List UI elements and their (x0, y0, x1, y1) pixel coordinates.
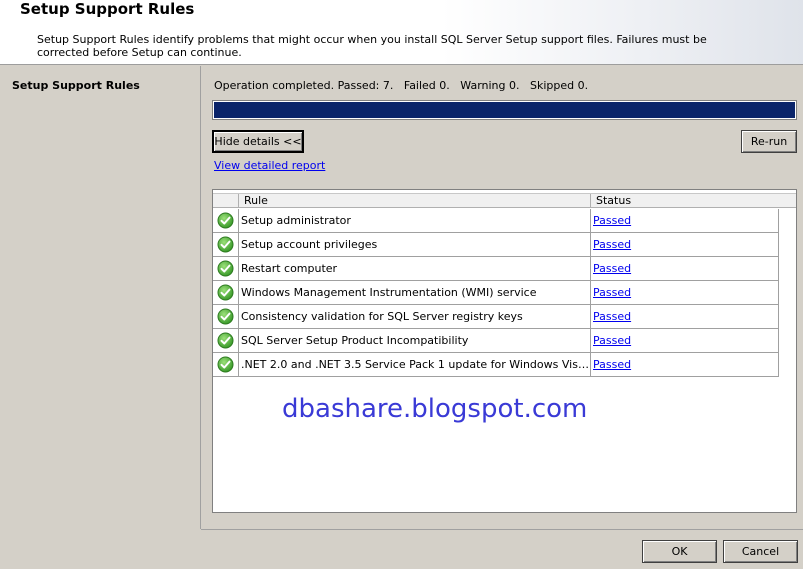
status-passed-link[interactable]: Passed (593, 358, 631, 371)
status-passed-link[interactable]: Passed (593, 238, 631, 251)
row-icon-cell (213, 305, 239, 328)
rule-status-cell: Passed (591, 233, 779, 256)
rule-status-cell: Passed (591, 257, 779, 280)
left-nav-pane: Setup Support Rules (0, 66, 201, 529)
green-check-icon (217, 332, 234, 349)
sidebar-item-setup-support-rules[interactable]: Setup Support Rules (12, 79, 140, 92)
header-icon-column (213, 194, 239, 208)
page-description: Setup Support Rules identify problems th… (37, 33, 707, 59)
header-banner: Setup Support Rules Setup Support Rules … (0, 0, 803, 65)
rule-status-cell: Passed (591, 329, 779, 352)
row-icon-cell (213, 281, 239, 304)
table-row[interactable]: Consistency validation for SQL Server re… (213, 305, 779, 329)
rule-status-cell: Passed (591, 281, 779, 304)
watermark-text: dbashare.blogspot.com (282, 394, 588, 424)
status-passed-link[interactable]: Passed (593, 214, 631, 227)
green-check-icon (217, 236, 234, 253)
rules-table: Rule Status Setup administrator Passed Set… (212, 189, 797, 513)
rule-status-cell: Passed (591, 305, 779, 328)
table-row[interactable]: Restart computer Passed (213, 257, 779, 281)
table-header: Rule Status (213, 193, 796, 208)
rule-name-cell: SQL Server Setup Product Incompatibility (239, 329, 591, 352)
header-rule[interactable]: Rule (239, 194, 591, 208)
rule-name-cell: .NET 2.0 and .NET 3.5 Service Pack 1 upd… (239, 353, 591, 376)
green-check-icon (217, 260, 234, 277)
status-passed-link[interactable]: Passed (593, 334, 631, 347)
footer-divider (201, 529, 803, 530)
cancel-button[interactable]: Cancel (723, 540, 798, 563)
progress-bar (212, 100, 797, 120)
table-row[interactable]: Setup account privileges Passed (213, 233, 779, 257)
view-detailed-report-link[interactable]: View detailed report (214, 159, 325, 172)
table-row[interactable]: .NET 2.0 and .NET 3.5 Service Pack 1 upd… (213, 353, 779, 377)
rule-status-cell: Passed (591, 353, 779, 376)
row-icon-cell (213, 257, 239, 280)
rule-name-cell: Restart computer (239, 257, 591, 280)
status-passed-link[interactable]: Passed (593, 310, 631, 323)
hide-details-button[interactable]: Hide details << (212, 130, 304, 153)
status-passed-link[interactable]: Passed (593, 262, 631, 275)
rule-name-cell: Setup account privileges (239, 233, 591, 256)
header-status[interactable]: Status (591, 194, 796, 208)
row-icon-cell (213, 233, 239, 256)
status-passed-link[interactable]: Passed (593, 286, 631, 299)
green-check-icon (217, 284, 234, 301)
green-check-icon (217, 356, 234, 373)
rerun-button[interactable]: Re-run (741, 130, 797, 153)
row-icon-cell (213, 209, 239, 232)
rule-name-cell: Windows Management Instrumentation (WMI)… (239, 281, 591, 304)
operation-status-text: Operation completed. Passed: 7. Failed 0… (214, 79, 589, 92)
page-title: Setup Support Rules (20, 0, 195, 18)
progress-fill (214, 102, 795, 118)
table-row[interactable]: SQL Server Setup Product Incompatibility… (213, 329, 779, 353)
row-icon-cell (213, 329, 239, 352)
table-row[interactable]: Windows Management Instrumentation (WMI)… (213, 281, 779, 305)
row-icon-cell (213, 353, 239, 376)
rule-name-cell: Consistency validation for SQL Server re… (239, 305, 591, 328)
table-row[interactable]: Setup administrator Passed (213, 209, 779, 233)
ok-button[interactable]: OK (642, 540, 717, 563)
rule-name-cell: Setup administrator (239, 209, 591, 232)
rule-status-cell: Passed (591, 209, 779, 232)
green-check-icon (217, 212, 234, 229)
green-check-icon (217, 308, 234, 325)
